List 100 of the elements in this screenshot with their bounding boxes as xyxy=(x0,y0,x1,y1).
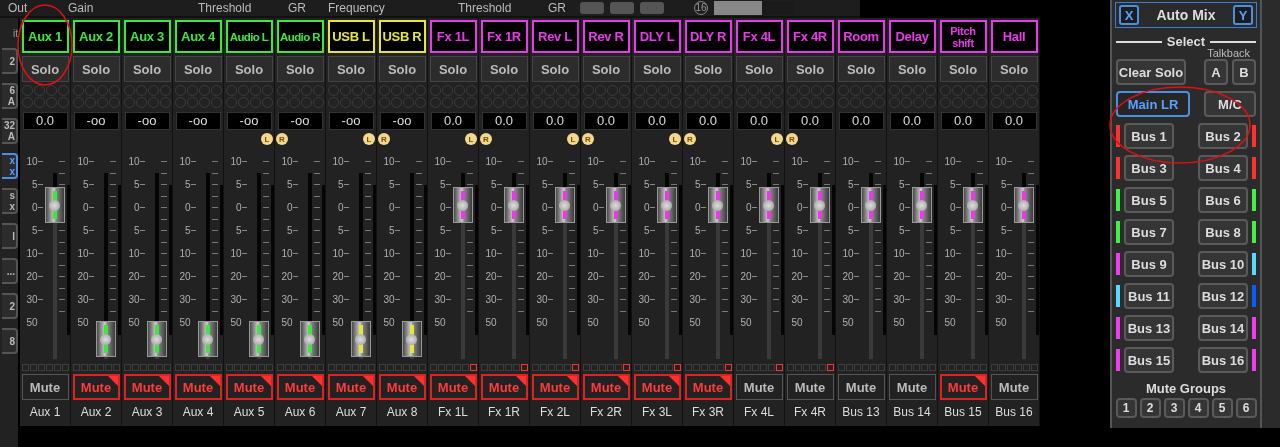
bus-button[interactable]: Bus 13 xyxy=(1124,315,1174,341)
channel-name[interactable]: Room xyxy=(837,20,885,53)
mute-button[interactable]: Mute xyxy=(939,374,987,400)
mute-button[interactable]: Mute xyxy=(990,374,1038,400)
channel-name[interactable]: Aux 3 xyxy=(123,20,171,53)
solo-button[interactable]: Solo xyxy=(225,56,273,82)
fader-handle[interactable] xyxy=(809,187,830,224)
link-badge[interactable]: L xyxy=(261,133,273,145)
mute-button[interactable]: Mute xyxy=(786,374,834,400)
mute-button[interactable]: Mute xyxy=(72,374,120,400)
bus-button[interactable]: Bus 8 xyxy=(1198,219,1248,245)
sidebar-tab[interactable]: ... xyxy=(2,258,18,284)
mute-button[interactable]: Mute xyxy=(225,374,273,400)
link-badge[interactable]: R xyxy=(276,133,288,145)
solo-button[interactable]: Solo xyxy=(837,56,885,82)
sidebar-tab[interactable]: 6 A xyxy=(2,83,18,109)
channel-name[interactable]: Aux 2 xyxy=(72,20,120,53)
fader-handle[interactable] xyxy=(554,187,575,224)
solo-button[interactable]: Solo xyxy=(21,56,69,82)
gain-value[interactable]: 0.0 xyxy=(481,112,527,130)
link-badge[interactable]: R xyxy=(480,133,492,145)
link-badge[interactable]: L xyxy=(669,133,681,145)
gain-value[interactable]: -oo xyxy=(328,112,374,130)
channel-name[interactable]: DLY L xyxy=(633,20,681,53)
bus-button[interactable]: Bus 4 xyxy=(1198,155,1248,181)
channel-name[interactable]: USB L xyxy=(327,20,375,53)
mute-group-button[interactable]: 4 xyxy=(1187,398,1209,418)
channel-name[interactable]: Delay xyxy=(888,20,936,53)
mute-group-button[interactable]: 3 xyxy=(1163,398,1185,418)
gain-value[interactable]: 0.0 xyxy=(583,112,629,130)
bus-button[interactable]: Bus 10 xyxy=(1198,251,1248,277)
gain-value[interactable]: 0.0 xyxy=(430,112,476,130)
mute-button[interactable]: Mute xyxy=(276,374,324,400)
solo-button[interactable]: Solo xyxy=(531,56,579,82)
gain-value[interactable]: 0.0 xyxy=(736,112,782,130)
channel-name[interactable]: Hall xyxy=(990,20,1038,53)
bus-button[interactable]: Bus 14 xyxy=(1198,315,1248,341)
mute-button[interactable]: Mute xyxy=(174,374,222,400)
fader-handle[interactable] xyxy=(452,187,473,224)
mute-button[interactable]: Mute xyxy=(735,374,783,400)
link-badge[interactable]: R xyxy=(786,133,798,145)
solo-button[interactable]: Solo xyxy=(378,56,426,82)
link-badge[interactable]: R xyxy=(582,133,594,145)
channel-name[interactable]: Fx 1R xyxy=(480,20,528,53)
fader-handle[interactable] xyxy=(911,187,932,224)
gain-value[interactable]: 0.0 xyxy=(889,112,935,130)
solo-button[interactable]: Solo xyxy=(582,56,630,82)
talkback-button[interactable]: B xyxy=(1232,59,1256,85)
bus-button[interactable]: Bus 12 xyxy=(1198,283,1248,309)
channel-name[interactable]: DLY R xyxy=(684,20,732,53)
y-button[interactable]: Y xyxy=(1233,5,1253,25)
fader-handle[interactable] xyxy=(503,187,524,224)
bus-button[interactable]: Bus 5 xyxy=(1124,187,1174,213)
channel-name[interactable]: Pitch shift xyxy=(939,20,987,53)
gain-value[interactable]: -oo xyxy=(124,112,170,130)
fader-handle[interactable] xyxy=(1013,187,1034,224)
solo-button[interactable]: Solo xyxy=(990,56,1038,82)
bus-button[interactable]: Bus 6 xyxy=(1198,187,1248,213)
channel-name[interactable]: Fx 4L xyxy=(735,20,783,53)
fader-handle[interactable] xyxy=(248,321,269,357)
sidebar-tab[interactable]: s x xyxy=(2,188,18,214)
channel-name[interactable]: Aux 1 xyxy=(21,20,69,53)
gain-value[interactable]: 0.0 xyxy=(532,112,578,130)
mute-button[interactable]: Mute xyxy=(480,374,528,400)
sidebar-tab[interactable]: 32 A xyxy=(2,118,18,144)
bus-button[interactable]: Bus 3 xyxy=(1124,155,1174,181)
solo-button[interactable]: Solo xyxy=(276,56,324,82)
sidebar-tab[interactable]: 2 xyxy=(2,48,18,74)
gain-value[interactable]: 0.0 xyxy=(787,112,833,130)
link-badge[interactable]: R xyxy=(378,133,390,145)
sidebar-tab[interactable]: l xyxy=(2,223,18,249)
bus-button[interactable]: Bus 9 xyxy=(1124,251,1174,277)
gain-value[interactable]: 0.0 xyxy=(991,112,1037,130)
fader-handle[interactable] xyxy=(860,187,881,224)
mute-button[interactable]: Mute xyxy=(123,374,171,400)
fader-handle[interactable] xyxy=(758,187,779,224)
mute-button[interactable]: Mute xyxy=(684,374,732,400)
gain-value[interactable]: -oo xyxy=(175,112,221,130)
bus-button[interactable]: Bus 11 xyxy=(1124,283,1174,309)
solo-button[interactable]: Solo xyxy=(633,56,681,82)
solo-button[interactable]: Solo xyxy=(888,56,936,82)
solo-button[interactable]: Solo xyxy=(327,56,375,82)
gain-value[interactable]: -oo xyxy=(277,112,323,130)
fader-handle[interactable] xyxy=(146,321,167,357)
gain-value[interactable]: 0.0 xyxy=(838,112,884,130)
mute-button[interactable]: Mute xyxy=(888,374,936,400)
solo-button[interactable]: Solo xyxy=(429,56,477,82)
mute-button[interactable]: Mute xyxy=(327,374,375,400)
gain-value[interactable]: 0.0 xyxy=(940,112,986,130)
mute-button[interactable]: Mute xyxy=(531,374,579,400)
talkback-button[interactable]: A xyxy=(1204,59,1228,85)
fader-handle[interactable] xyxy=(350,321,371,357)
x-button[interactable]: X xyxy=(1119,5,1139,25)
mute-group-button[interactable]: 5 xyxy=(1211,398,1233,418)
fader-handle[interactable] xyxy=(95,321,116,357)
fader-handle[interactable] xyxy=(656,187,677,224)
clear-solo-button[interactable]: Clear Solo xyxy=(1116,59,1186,85)
fader-handle[interactable] xyxy=(401,321,422,357)
mute-button[interactable]: Mute xyxy=(837,374,885,400)
channel-name[interactable]: Fx 4R xyxy=(786,20,834,53)
